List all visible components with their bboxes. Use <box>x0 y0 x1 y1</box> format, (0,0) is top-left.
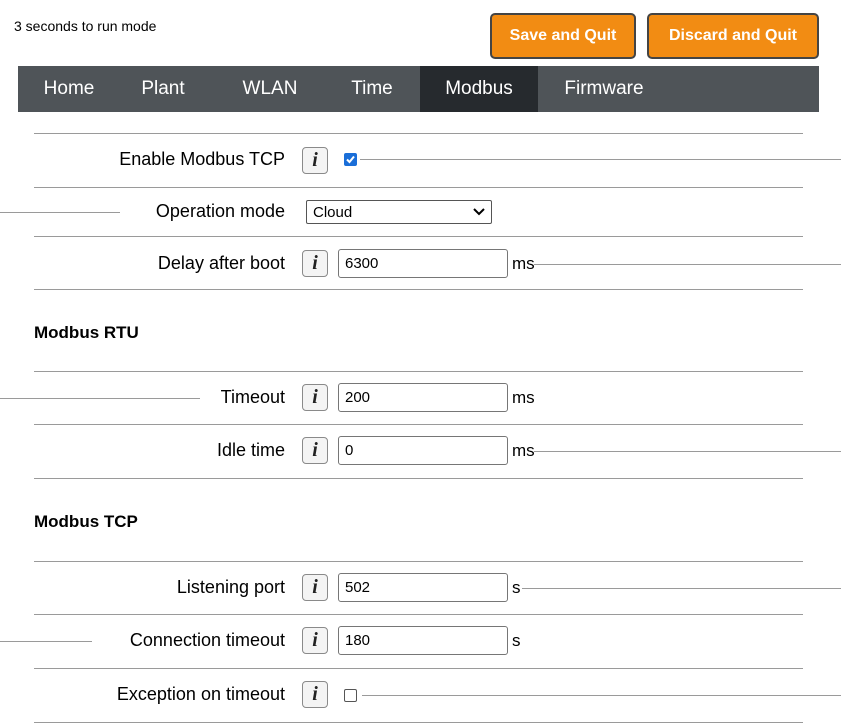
delay-after-boot-label: Delay after boot <box>157 253 285 273</box>
save-and-quit-button[interactable]: Save and Quit <box>490 13 636 59</box>
info-icon[interactable]: i <box>302 574 328 601</box>
delay-after-boot-input[interactable] <box>338 249 508 278</box>
exception-on-timeout-label: Exception on timeout <box>116 684 285 704</box>
tab-modbus[interactable]: Modbus <box>420 66 538 112</box>
tab-home[interactable]: Home <box>26 66 112 112</box>
info-icon[interactable]: i <box>302 147 328 174</box>
operation-mode-label: Operation mode <box>155 201 285 221</box>
connection-timeout-input[interactable] <box>338 626 508 655</box>
row-divider <box>296 133 803 134</box>
operation-mode-select[interactable]: Cloud <box>306 200 492 224</box>
section-title-modbus-rtu: Modbus RTU <box>34 323 139 342</box>
discard-and-quit-button[interactable]: Discard and Quit <box>647 13 819 59</box>
tab-time[interactable]: Time <box>332 66 412 112</box>
idle-time-unit: ms <box>512 441 535 460</box>
timeout-unit: ms <box>512 388 535 407</box>
timeout-input[interactable] <box>338 383 508 412</box>
leader-line <box>362 695 841 696</box>
delay-after-boot-unit: ms <box>512 254 535 273</box>
listening-port-input[interactable] <box>338 573 508 602</box>
row-divider <box>34 561 803 562</box>
leader-line <box>0 212 120 213</box>
enable-modbus-tcp-label: Enable Modbus TCP <box>119 149 285 169</box>
leader-line <box>0 641 92 642</box>
info-icon[interactable]: i <box>302 437 328 464</box>
info-icon[interactable]: i <box>302 250 328 277</box>
row-divider <box>34 668 803 669</box>
tab-plant[interactable]: Plant <box>118 66 208 112</box>
leader-line <box>522 588 841 589</box>
leader-line <box>360 159 841 160</box>
listening-port-unit: s <box>512 578 521 597</box>
connection-timeout-label: Connection timeout <box>129 630 285 650</box>
row-divider <box>34 289 803 290</box>
tab-wlan[interactable]: WLAN <box>222 66 318 112</box>
row-divider <box>34 478 803 479</box>
row-divider <box>34 614 803 615</box>
chevron-down-icon <box>473 205 485 219</box>
leader-line <box>0 398 200 399</box>
row-divider <box>34 424 803 425</box>
exception-on-timeout-checkbox[interactable] <box>344 689 357 702</box>
operation-mode-value: Cloud <box>313 203 353 221</box>
row-divider <box>34 722 803 723</box>
tab-firmware[interactable]: Firmware <box>544 66 664 112</box>
info-icon[interactable]: i <box>302 627 328 654</box>
listening-port-label: Listening port <box>176 577 285 597</box>
row-divider <box>34 133 296 134</box>
row-divider <box>34 187 803 188</box>
leader-line <box>534 451 841 452</box>
nav-bar: Home Plant WLAN Time Modbus Firmware <box>18 66 819 112</box>
timeout-label: Timeout <box>220 387 285 407</box>
idle-time-input[interactable] <box>338 436 508 465</box>
info-icon[interactable]: i <box>302 681 328 708</box>
idle-time-label: Idle time <box>216 440 285 460</box>
leader-line <box>534 264 841 265</box>
info-icon[interactable]: i <box>302 384 328 411</box>
row-divider <box>34 236 803 237</box>
checkbox-checked-icon <box>346 155 355 164</box>
connection-timeout-unit: s <box>512 631 521 650</box>
row-divider <box>34 371 803 372</box>
status-text: 3 seconds to run mode <box>14 18 157 34</box>
section-title-modbus-tcp: Modbus TCP <box>34 512 138 531</box>
enable-modbus-tcp-checkbox[interactable] <box>344 153 357 166</box>
